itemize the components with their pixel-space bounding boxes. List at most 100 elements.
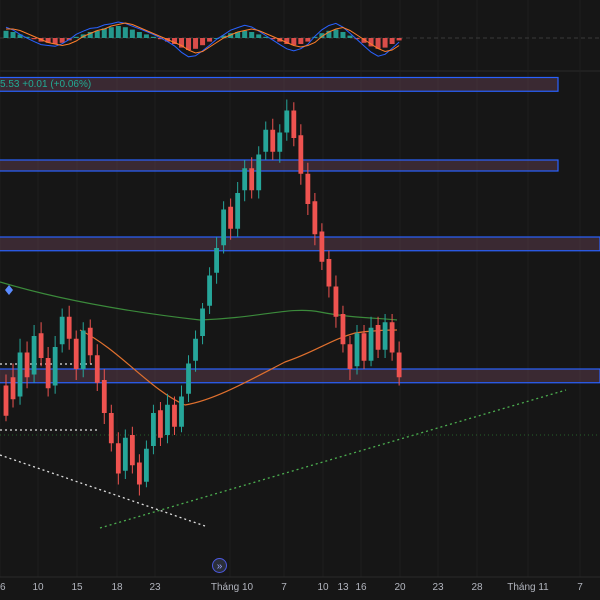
candle-body <box>52 347 58 386</box>
macd-histogram-bar <box>122 27 128 38</box>
candle-body <box>263 129 269 152</box>
macd-histogram-bar <box>3 30 9 38</box>
candle-body <box>31 336 37 375</box>
macd-histogram-bar <box>31 38 37 40</box>
time-tick-label: Tháng 11 <box>507 582 549 593</box>
macd-histogram-bar <box>136 32 142 38</box>
macd-histogram-bar <box>340 32 346 38</box>
candle-body <box>333 286 339 317</box>
time-tick-label: 10 <box>317 582 329 593</box>
macd-histogram-bar <box>242 30 248 38</box>
candle-body <box>389 322 395 353</box>
candle-body <box>66 316 72 339</box>
candle-body <box>214 248 219 273</box>
macd-histogram-bar <box>396 38 402 41</box>
time-tick-label: 20 <box>394 582 406 593</box>
macd-histogram-bar <box>291 38 297 46</box>
candle-body <box>45 358 51 389</box>
time-tick-label: 18 <box>111 582 123 593</box>
candle-body <box>312 201 318 235</box>
candle-body <box>242 168 248 191</box>
macd-histogram-bar <box>333 29 339 38</box>
macd-histogram-bar <box>73 36 79 38</box>
macd-histogram-bar <box>200 38 206 46</box>
candle-body <box>368 327 374 361</box>
time-tick-label: 16 <box>355 582 367 593</box>
candle-body <box>382 322 388 350</box>
candle-body <box>10 377 16 400</box>
candle-body <box>396 352 402 378</box>
candle-body <box>228 206 234 229</box>
macd-histogram-bar <box>389 38 395 44</box>
candle-body <box>326 259 332 287</box>
macd-histogram-bar <box>382 38 388 48</box>
macd-histogram-bar <box>298 38 304 44</box>
macd-histogram-bar <box>108 27 114 38</box>
macd-histogram-bar <box>207 38 213 42</box>
time-tick-label: 7 <box>281 582 287 593</box>
candle-body <box>144 448 149 482</box>
candle-body <box>284 110 290 133</box>
candle-body <box>249 168 255 191</box>
candle-body <box>235 193 241 229</box>
time-tick-label: 15 <box>71 582 83 593</box>
candle-body <box>38 333 44 358</box>
time-tick-label: 10 <box>32 582 44 593</box>
price-chart[interactable]: 6 10 15 18 23 Tháng 10 7 10 13 16 20 23 28 Tháng 11 7 <box>0 0 600 600</box>
candle-body <box>122 437 128 471</box>
macd-histogram-bar <box>94 30 100 38</box>
macd-histogram-bar <box>59 38 65 43</box>
macd-histogram-bar <box>193 38 199 49</box>
candle-body <box>347 344 353 369</box>
candle-body <box>298 135 304 174</box>
candle-body <box>172 404 177 427</box>
macd-histogram-bar <box>249 32 255 38</box>
candle-body <box>193 338 198 361</box>
candle-body <box>256 154 262 191</box>
candle-body <box>375 325 381 350</box>
candle-body <box>200 308 205 336</box>
candle-body <box>270 129 276 152</box>
scroll-to-realtime-button[interactable]: » <box>212 558 227 573</box>
time-tick-label: 13 <box>337 582 349 593</box>
candle-body <box>80 330 86 369</box>
macd-histogram-bar <box>256 34 262 38</box>
candle-body <box>319 231 325 262</box>
price-zone <box>0 368 600 384</box>
time-tick-label: 7 <box>577 582 583 593</box>
candle-body <box>179 396 184 427</box>
candle-body <box>305 173 311 204</box>
macd-histogram-bar <box>150 36 156 38</box>
candle-body <box>151 413 156 446</box>
candle-body <box>136 462 142 485</box>
candle-body <box>186 363 191 394</box>
candle-body <box>361 333 367 361</box>
macd-histogram-bar <box>186 38 192 50</box>
time-tick-label: 28 <box>471 582 483 593</box>
time-tick-label: Tháng 10 <box>211 582 254 593</box>
candle-body <box>87 327 93 356</box>
candle-body <box>3 385 9 416</box>
time-tick-label: 23 <box>432 582 444 593</box>
macd-histogram-bar <box>52 38 58 44</box>
time-tick-label: 23 <box>149 582 161 593</box>
candle-body <box>165 404 170 435</box>
macd-histogram-bar <box>347 35 353 38</box>
candle-body <box>277 132 283 152</box>
candle-body <box>207 275 212 306</box>
candle-body <box>221 209 227 246</box>
price-zone <box>0 159 559 172</box>
candle-body <box>108 413 114 444</box>
price-zone <box>0 236 600 252</box>
candle-body <box>291 110 297 138</box>
macd-histogram-bar <box>305 38 311 42</box>
candle-body <box>24 352 30 378</box>
candle-body <box>101 380 107 413</box>
macd-histogram-bar <box>143 34 149 38</box>
macd-histogram-bar <box>115 26 121 38</box>
candle-body <box>129 435 135 466</box>
time-tick-label: 6 <box>0 582 6 593</box>
candle-body <box>354 333 360 367</box>
candle-body <box>94 355 100 383</box>
candle-body <box>158 410 163 438</box>
